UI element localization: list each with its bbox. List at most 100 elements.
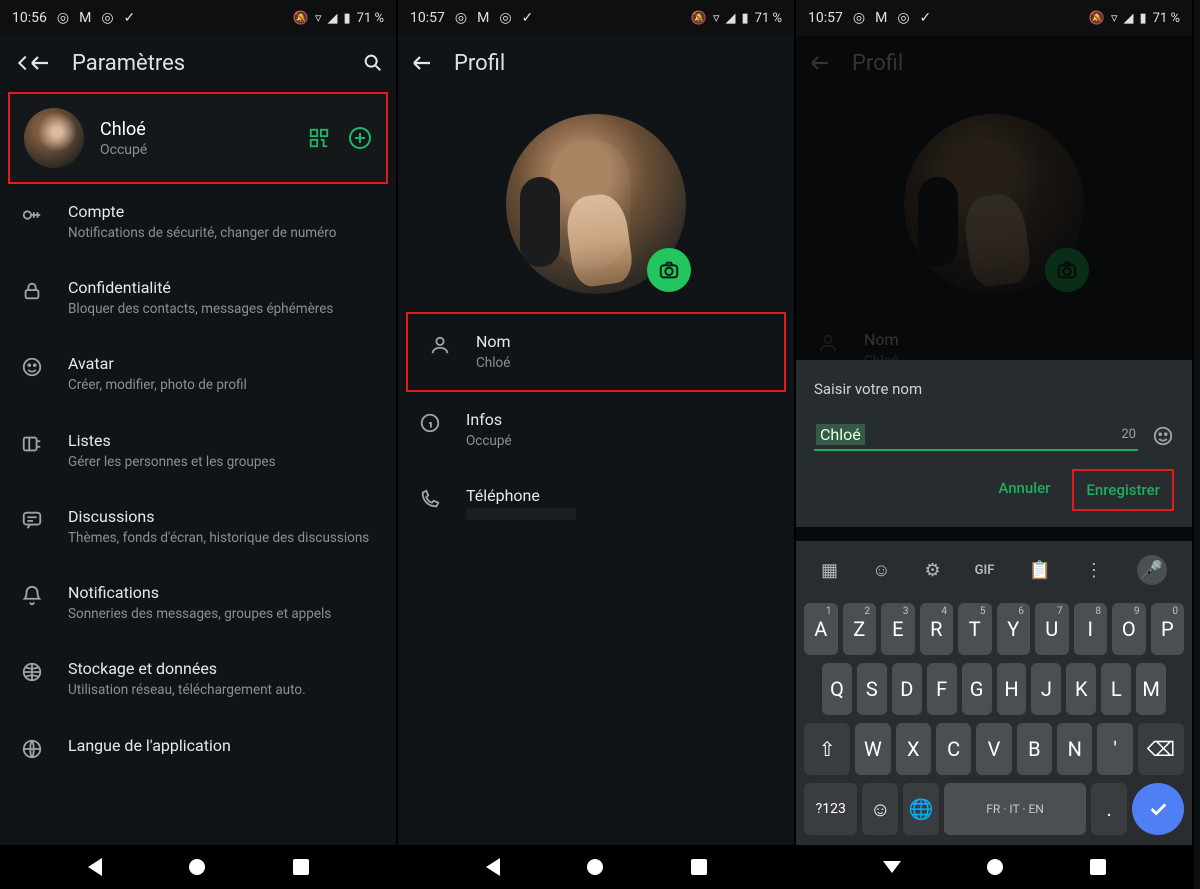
nav-recent-icon[interactable] — [691, 859, 707, 875]
profile-list: NomChloé InfosOccupé Téléphone — [398, 312, 794, 538]
kb-key-w[interactable]: W — [855, 723, 890, 775]
kb-key-h[interactable]: H — [997, 663, 1027, 715]
kb-key-l[interactable]: L — [1101, 663, 1131, 715]
back-arrow-line[interactable] — [28, 51, 52, 75]
kb-key-y[interactable]: Y6 — [997, 603, 1031, 655]
kb-row-4: ?123 ☺ 🌐 FR · IT · EN . — [800, 783, 1188, 835]
phone-redacted — [466, 508, 576, 520]
kb-key-i[interactable]: I8 — [1074, 603, 1108, 655]
emoji-icon[interactable] — [1152, 425, 1174, 447]
kb-backspace-key[interactable]: ⌫ — [1138, 723, 1184, 775]
kb-toolbar: ▦ ☺ ⚙ GIF 📋 ⋮ 🎤 — [800, 547, 1188, 595]
kb-space-key[interactable]: FR · IT · EN — [944, 783, 1087, 835]
kb-key-v[interactable]: V — [976, 723, 1011, 775]
settings-item-avatar[interactable]: AvatarCréer, modifier, photo de profil — [0, 336, 396, 412]
battery-pct: 71 % — [755, 11, 782, 26]
kb-gif-button[interactable]: GIF — [975, 563, 995, 578]
save-button[interactable]: Enregistrer — [1072, 469, 1174, 511]
kb-enter-key[interactable] — [1132, 783, 1184, 835]
search-icon[interactable] — [362, 52, 384, 74]
kb-key-z[interactable]: Z2 — [843, 603, 877, 655]
kb-key-b[interactable]: B — [1017, 723, 1052, 775]
kb-key-q[interactable]: Q — [822, 663, 852, 715]
add-icon[interactable] — [348, 126, 372, 150]
kb-mic-icon[interactable]: 🎤 — [1137, 555, 1167, 585]
kb-row-3: ⇧ WXCVBN' ⌫ — [800, 723, 1188, 775]
kb-key-t[interactable]: T5 — [958, 603, 992, 655]
kb-language-key[interactable]: 🌐 — [903, 783, 939, 835]
kb-key-g[interactable]: G — [962, 663, 992, 715]
nav-recent-icon[interactable] — [1090, 859, 1106, 875]
nav-recent-icon[interactable] — [293, 859, 309, 875]
profile-card[interactable]: Chloé Occupé — [8, 92, 388, 184]
profile-summary: Chloé Occupé — [100, 119, 147, 158]
nav-bar — [796, 845, 1192, 889]
nav-home-icon[interactable] — [587, 859, 603, 875]
kb-key-c[interactable]: C — [936, 723, 971, 775]
nav-back-icon[interactable] — [88, 858, 102, 876]
settings-item-stockage[interactable]: Stockage et donnéesUtilisation réseau, t… — [0, 641, 396, 717]
nav-back-icon[interactable] — [486, 858, 500, 876]
nav-home-icon[interactable] — [987, 859, 1003, 875]
kb-key-d[interactable]: D — [892, 663, 922, 715]
instagram-icon: ◎ — [101, 10, 113, 26]
clock: 10:57 — [410, 10, 445, 26]
kb-menu-icon[interactable]: ▦ — [821, 560, 838, 581]
settings-item-compte[interactable]: CompteNotifications de sécurité, changer… — [0, 184, 396, 260]
nav-hide-kb-icon[interactable] — [883, 861, 901, 873]
cancel-button[interactable]: Annuler — [984, 469, 1064, 511]
kb-shift-key[interactable]: ⇧ — [804, 723, 850, 775]
settings-item-notifications[interactable]: NotificationsSonneries des messages, gro… — [0, 565, 396, 641]
kb-settings-icon[interactable]: ⚙ — [924, 560, 940, 581]
kb-key-e[interactable]: E3 — [881, 603, 915, 655]
kb-period-key[interactable]: . — [1091, 783, 1127, 835]
settings-item-discussions[interactable]: DiscussionsThèmes, fonds d'écran, histor… — [0, 489, 396, 565]
name-char-remaining: 20 — [1121, 427, 1136, 442]
kb-emoji-key[interactable]: ☺ — [862, 783, 898, 835]
kb-key-j[interactable]: J — [1031, 663, 1061, 715]
avatar[interactable] — [24, 108, 84, 168]
lock-icon — [20, 280, 44, 302]
kb-key-x[interactable]: X — [896, 723, 931, 775]
name-input[interactable]: Chloé 20 — [814, 420, 1138, 451]
profile-row-telephone[interactable]: Téléphone — [398, 468, 794, 538]
settings-list: CompteNotifications de sécurité, changer… — [0, 184, 396, 778]
kb-sticker-icon[interactable]: ☺ — [872, 560, 890, 581]
kb-more-icon[interactable]: ⋮ — [1085, 560, 1103, 581]
camera-fab[interactable] — [647, 248, 691, 292]
back-icon[interactable] — [410, 51, 434, 75]
nav-bar — [398, 845, 794, 889]
profile-name: Chloé — [100, 119, 147, 140]
profile-row-infos[interactable]: InfosOccupé — [398, 392, 794, 468]
signal-icon: ◢ — [327, 11, 337, 26]
item-title: Compte — [68, 202, 336, 221]
kb-key-p[interactable]: P0 — [1151, 603, 1185, 655]
qr-icon[interactable] — [308, 127, 330, 149]
nav-home-icon[interactable] — [189, 859, 205, 875]
gmail-icon: M — [875, 10, 887, 26]
header: Profil — [398, 36, 794, 90]
kb-key-n[interactable]: N — [1057, 723, 1092, 775]
instagram-icon: ◎ — [853, 10, 865, 26]
settings-item-listes[interactable]: ListesGérer les personnes et les groupes — [0, 413, 396, 489]
status-bar: 10:57 ◎ M ◎ ✓ 🔕 ▿ ◢ ▮ 71 % — [796, 0, 1192, 36]
info-icon — [418, 412, 442, 434]
wifi-icon: ▿ — [713, 11, 720, 26]
kb-key-apostrophe[interactable]: ' — [1097, 723, 1132, 775]
status-bar: 10:57 ◎ M ◎ ✓ 🔕 ▿ ◢ ▮ 71 % — [398, 0, 794, 36]
kb-key-s[interactable]: S — [857, 663, 887, 715]
kb-key-o[interactable]: O9 — [1112, 603, 1146, 655]
key-icon — [20, 204, 44, 226]
settings-item-langue[interactable]: Langue de l'application — [0, 718, 396, 778]
settings-item-confidentialite[interactable]: ConfidentialitéBloquer des contacts, mes… — [0, 260, 396, 336]
kb-key-r[interactable]: R4 — [920, 603, 954, 655]
kb-clipboard-icon[interactable]: 📋 — [1028, 560, 1050, 581]
kb-key-k[interactable]: K — [1066, 663, 1096, 715]
kb-key-a[interactable]: A1 — [804, 603, 838, 655]
kb-key-m[interactable]: M — [1136, 663, 1166, 715]
kb-key-u[interactable]: U7 — [1035, 603, 1069, 655]
kb-key-f[interactable]: F — [927, 663, 957, 715]
profile-row-nom[interactable]: NomChloé — [406, 312, 786, 392]
battery-icon: ▮ — [741, 11, 748, 26]
kb-symbols-key[interactable]: ?123 — [804, 783, 857, 835]
